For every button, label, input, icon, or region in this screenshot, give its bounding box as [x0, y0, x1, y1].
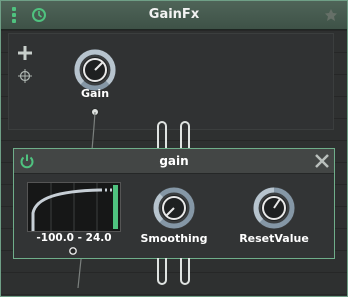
reset-value-label: ResetValue: [239, 232, 309, 245]
module-title: gain: [159, 154, 189, 168]
module-output-port-2[interactable]: [178, 258, 192, 290]
canvas-panel: [8, 33, 334, 130]
range-curve: [31, 183, 118, 231]
vertical-dots-icon[interactable]: [9, 6, 19, 24]
reset-value-knob[interactable]: [250, 186, 298, 232]
gain-output-port[interactable]: [89, 106, 101, 118]
clock-icon[interactable]: [31, 7, 47, 23]
power-icon[interactable]: [19, 153, 35, 169]
crosshair-icon[interactable]: [18, 69, 32, 83]
range-label: -100.0 - 24.0: [36, 232, 112, 244]
gain-module: gain -100.0 - 24.0 Smoothing ResetValue: [13, 148, 335, 259]
module-output-port-1[interactable]: [155, 258, 169, 290]
window-title: GainFx: [148, 7, 200, 22]
range-handle[interactable]: [68, 246, 78, 256]
module-input-port-1[interactable]: [155, 119, 169, 149]
module-input-port-2[interactable]: [178, 119, 192, 149]
close-icon[interactable]: [314, 153, 330, 169]
gain-knob-label: Gain: [80, 87, 110, 100]
smoothing-label: Smoothing: [140, 232, 208, 245]
range-graph[interactable]: [27, 182, 121, 232]
plus-icon[interactable]: [18, 46, 32, 60]
smoothing-knob[interactable]: [150, 186, 198, 232]
pin-icon[interactable]: [324, 8, 338, 22]
